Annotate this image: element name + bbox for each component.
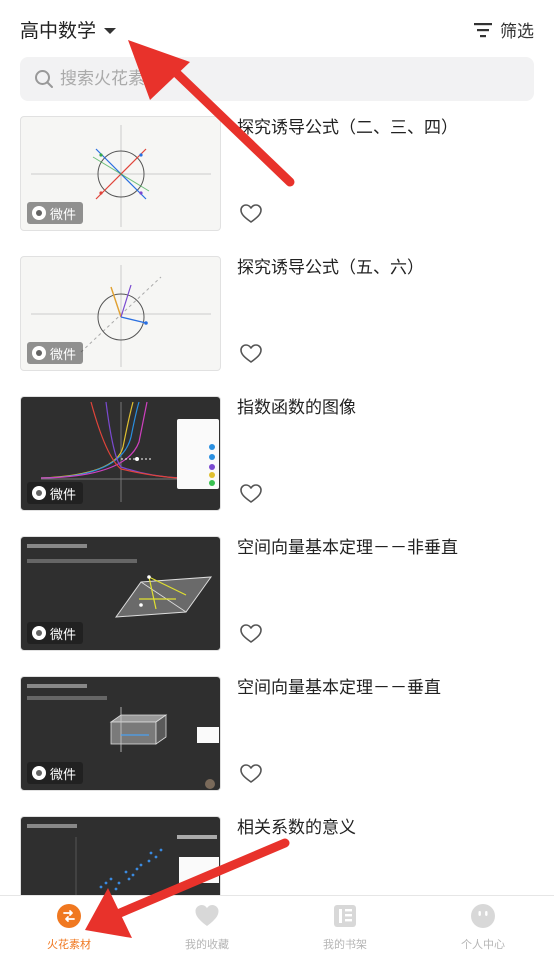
header: 高中数学 筛选	[0, 0, 554, 58]
tab-personal-center[interactable]: 个人中心	[414, 896, 552, 957]
bookshelf-icon	[334, 905, 356, 927]
thumbnail-image[interactable]	[20, 816, 221, 896]
widget-icon	[32, 346, 46, 360]
face-icon	[471, 904, 495, 928]
thumbnail-image[interactable]: 微件	[20, 536, 221, 651]
filter-icon	[474, 22, 492, 37]
item-title[interactable]: 指数函数的图像	[237, 396, 356, 420]
item-title[interactable]: 空间向量基本定理－－非垂直	[237, 536, 458, 560]
tab-label: 我的收藏	[185, 938, 229, 951]
tab-my-bookshelf[interactable]: 我的书架	[276, 896, 414, 957]
filter-button[interactable]: 筛选	[474, 17, 534, 42]
filter-label: 筛选	[500, 22, 534, 42]
list-item[interactable]: 微件 探究诱导公式（五、六）	[0, 256, 554, 372]
list-item[interactable]: 微件 空间向量基本定理－－非垂直	[0, 536, 554, 652]
spark-icon	[57, 904, 81, 928]
heart-icon	[195, 905, 219, 926]
heart-icon[interactable]	[240, 764, 262, 784]
item-title[interactable]: 探究诱导公式（五、六）	[237, 256, 424, 280]
heart-icon[interactable]	[240, 624, 262, 644]
widget-badge: 微件	[27, 202, 84, 224]
search-bar[interactable]	[20, 57, 534, 101]
thumbnail-image[interactable]: 微件	[20, 116, 221, 231]
item-title[interactable]: 相关系数的意义	[237, 816, 356, 840]
item-title[interactable]: 空间向量基本定理－－垂直	[237, 676, 441, 700]
bottom-tab-bar: 火花素材 我的收藏 我的书架 个人中心	[0, 895, 554, 957]
heart-icon[interactable]	[240, 484, 262, 504]
widget-badge: 微件	[27, 622, 84, 644]
tab-label: 火花素材	[47, 938, 91, 951]
subject-label: 高中数学	[20, 20, 97, 42]
search-icon	[35, 70, 53, 88]
item-title[interactable]: 探究诱导公式（二、三、四）	[237, 116, 458, 140]
search-input[interactable]	[60, 69, 500, 89]
tab-my-favorites[interactable]: 我的收藏	[138, 896, 276, 957]
thumbnail-image[interactable]: 微件	[20, 396, 221, 511]
subject-selector[interactable]: 高中数学	[20, 16, 117, 43]
widget-icon	[32, 766, 46, 780]
list-item[interactable]: 微件 探究诱导公式（二、三、四）	[0, 116, 554, 232]
widget-badge: 微件	[27, 762, 84, 784]
list-item[interactable]: 微件 空间向量基本定理－－垂直	[0, 676, 554, 792]
widget-icon	[32, 626, 46, 640]
tab-label: 我的书架	[323, 938, 367, 951]
tab-spark-materials[interactable]: 火花素材	[0, 896, 138, 957]
widget-icon	[32, 486, 46, 500]
widget-badge: 微件	[27, 342, 84, 364]
widget-icon	[32, 206, 46, 220]
caret-down-icon	[104, 27, 117, 34]
list-item[interactable]: 微件 指数函数的图像	[0, 396, 554, 512]
material-list: 微件 探究诱导公式（二、三、四） 微件 探究诱导公式（五、六） 微件 指数函数的…	[0, 116, 554, 896]
heart-icon[interactable]	[240, 344, 262, 364]
list-item[interactable]: 相关系数的意义	[0, 816, 554, 896]
heart-icon[interactable]	[240, 204, 262, 224]
tab-label: 个人中心	[461, 938, 505, 951]
widget-badge: 微件	[27, 482, 84, 504]
thumbnail-image[interactable]: 微件	[20, 256, 221, 371]
thumbnail-image[interactable]: 微件	[20, 676, 221, 791]
